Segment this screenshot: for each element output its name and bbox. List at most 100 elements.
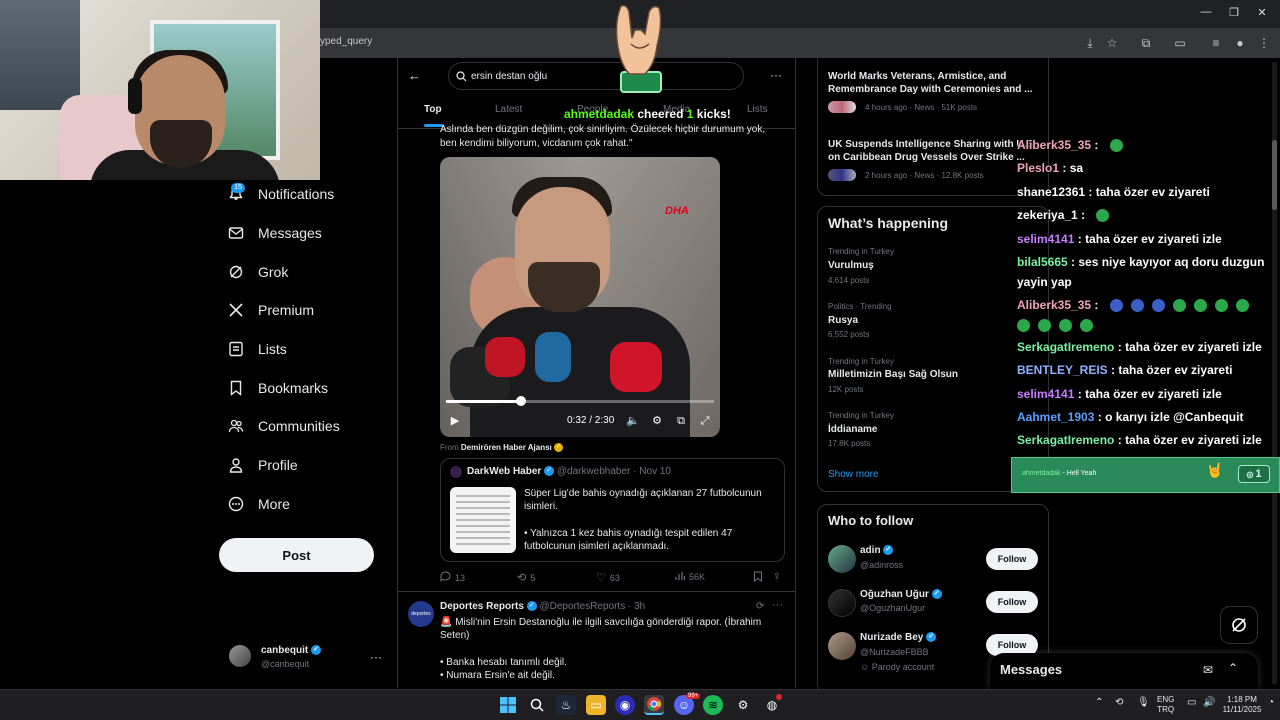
chat-username[interactable]: selim4141 xyxy=(1017,232,1074,246)
app-icon[interactable]: ◉ xyxy=(615,695,635,715)
extensions-icon[interactable]: ⧉ xyxy=(1138,35,1154,51)
follow-button[interactable]: Follow xyxy=(986,548,1038,570)
chat-username[interactable]: zekeriya_1 xyxy=(1017,208,1078,222)
menu-kebab-icon[interactable]: ⋮ xyxy=(1256,35,1272,51)
video-scrubber-handle[interactable] xyxy=(516,396,527,406)
bookmark-action-icon[interactable] xyxy=(753,571,763,582)
chat-username[interactable]: SerkagatIremeno xyxy=(1017,433,1114,447)
discord-badge: 99+ xyxy=(686,693,701,699)
repost-action[interactable]: ⟲ 5 xyxy=(517,571,535,584)
reading-list-icon[interactable]: ≡ xyxy=(1208,35,1224,51)
chat-username[interactable]: Aliberk35_35 xyxy=(1017,138,1091,152)
search-taskbar-icon[interactable] xyxy=(527,695,547,715)
nav-messages[interactable]: Messages xyxy=(228,221,322,245)
show-more-link[interactable]: Show more xyxy=(828,469,879,480)
user-avatar[interactable] xyxy=(828,589,856,617)
expand-chevron-icon[interactable]: ⌃ xyxy=(1228,661,1238,675)
chat-username[interactable]: Aliberk35_35 xyxy=(1017,298,1091,312)
video-source-link[interactable]: Demirören Haber Ajansı xyxy=(461,443,552,452)
minimize-button[interactable]: — xyxy=(1196,6,1216,20)
tweet-video[interactable] xyxy=(440,157,720,437)
bookmark-star-icon[interactable]: ☆ xyxy=(1104,35,1120,51)
file-explorer-icon[interactable]: ▭ xyxy=(586,695,606,715)
new-message-icon[interactable]: ✉ xyxy=(1203,663,1213,677)
share-icon[interactable]: ⇪ xyxy=(773,571,781,582)
list-icon xyxy=(228,341,244,357)
network-icon[interactable]: ▭ xyxy=(1187,697,1196,708)
chat-username[interactable]: Pleslo1 xyxy=(1017,161,1059,175)
chat-username[interactable]: SerkagatIremeno xyxy=(1017,340,1114,354)
chat-emote-icon xyxy=(1130,299,1144,313)
user-name[interactable]: adin ✓ xyxy=(860,545,894,556)
trend-name[interactable]: Vurulmuş xyxy=(828,260,874,271)
tweet-more-icon[interactable]: ··· xyxy=(772,599,783,611)
trend-name[interactable]: İddianame xyxy=(828,424,877,435)
grok-explain-icon[interactable]: ⟳ xyxy=(756,601,764,612)
user-avatar[interactable] xyxy=(828,632,856,660)
tab-latest[interactable]: Latest xyxy=(495,104,522,115)
install-app-icon[interactable]: ⤓ xyxy=(1082,35,1098,51)
tab-top[interactable]: Top xyxy=(424,104,442,115)
chat-username[interactable]: Aahmet_1903 xyxy=(1017,410,1094,424)
maximize-button[interactable]: ❐ xyxy=(1224,6,1244,20)
nav-bookmarks[interactable]: Bookmarks xyxy=(228,376,328,400)
search-input[interactable]: ersin destan oğlu xyxy=(448,62,744,90)
tab-lists[interactable]: Lists xyxy=(747,104,768,115)
spotify-icon[interactable]: ≋ xyxy=(703,695,723,715)
chat-username[interactable]: bilal5665 xyxy=(1017,255,1068,269)
reply-action[interactable]: 13 xyxy=(440,571,465,584)
nav-grok[interactable]: Grok xyxy=(228,260,288,284)
post-button[interactable]: Post xyxy=(219,538,374,572)
settings-gear-icon[interactable]: ⚙ xyxy=(649,414,665,428)
video-progress-fill xyxy=(446,400,522,403)
picture-in-picture-icon[interactable]: ⧉ xyxy=(673,414,689,428)
messages-drawer-title[interactable]: Messages xyxy=(1000,662,1062,677)
nav-more[interactable]: More xyxy=(228,492,290,516)
tray-sync-icon[interactable]: ⟲ xyxy=(1115,697,1123,708)
notifications-badge: 15 xyxy=(231,183,245,193)
notification-bell-icon[interactable]: ◔ xyxy=(1268,697,1274,708)
user-avatar[interactable] xyxy=(828,545,856,573)
volume-icon[interactable]: 🔈 xyxy=(625,414,641,428)
nav-lists[interactable]: Lists xyxy=(228,337,287,361)
chat-username[interactable]: shane12361 xyxy=(1017,185,1085,199)
volume-tray-icon[interactable]: 🔊 xyxy=(1203,697,1215,708)
nav-communities[interactable]: Communities xyxy=(228,414,340,438)
play-icon[interactable]: ▶ xyxy=(447,414,463,428)
views-action[interactable]: 56K xyxy=(675,571,705,583)
nav-profile[interactable]: Profile xyxy=(228,453,298,477)
user-name[interactable]: Oğuzhan Uğur ✓ xyxy=(860,589,942,600)
steam-icon[interactable]: ♨ xyxy=(556,695,576,715)
page-scrollbar-thumb[interactable] xyxy=(1272,140,1277,210)
chat-username[interactable]: selim4141 xyxy=(1017,387,1074,401)
url-text[interactable]: yped_query xyxy=(320,36,372,47)
news-title[interactable]: UK Suspends Intelligence Sharing with U.… xyxy=(828,138,1038,164)
back-arrow-icon[interactable]: ← xyxy=(408,68,421,83)
split-view-icon[interactable]: ▭ xyxy=(1172,35,1188,51)
account-avatar[interactable] xyxy=(229,645,251,667)
clock[interactable]: 1:18 PM 11/11/2025 xyxy=(1222,695,1262,715)
microphone-icon[interactable]: 🎙 xyxy=(1137,697,1150,708)
chat-username[interactable]: BENTLEY_REIS xyxy=(1017,363,1108,377)
settings-taskbar-icon[interactable]: ⚙ xyxy=(733,695,753,715)
account-menu-icon[interactable]: ··· xyxy=(370,650,382,664)
chrome-icon[interactable] xyxy=(644,695,664,715)
tweet-author[interactable]: Deportes Reports xyxy=(440,601,524,612)
fullscreen-icon[interactable]: ⤢ xyxy=(697,414,713,428)
language-indicator[interactable]: ENG TRQ xyxy=(1157,695,1174,715)
like-action[interactable]: ♡ 63 xyxy=(596,571,620,584)
search-options-icon[interactable]: ··· xyxy=(770,68,782,82)
profile-avatar-icon[interactable]: ● xyxy=(1232,35,1248,51)
close-button[interactable]: ✕ xyxy=(1252,6,1272,20)
follow-button[interactable]: Follow xyxy=(986,591,1038,613)
trend-name[interactable]: Milletimizin Başı Sağ Olsun xyxy=(828,369,958,380)
user-name[interactable]: Nurizade Bey ✓ xyxy=(860,632,937,643)
grok-float-icon[interactable] xyxy=(1220,606,1258,644)
news-title[interactable]: World Marks Veterans, Armistice, and Rem… xyxy=(828,70,1038,96)
windows-start-icon[interactable] xyxy=(498,695,518,715)
tray-chevron-icon[interactable]: ⌃ xyxy=(1095,697,1103,708)
tweet-avatar[interactable]: deportes xyxy=(408,601,434,627)
account-name[interactable]: canbequit ✓ xyxy=(261,645,322,656)
trend-name[interactable]: Rusya xyxy=(828,315,858,326)
nav-premium[interactable]: Premium xyxy=(228,298,314,322)
